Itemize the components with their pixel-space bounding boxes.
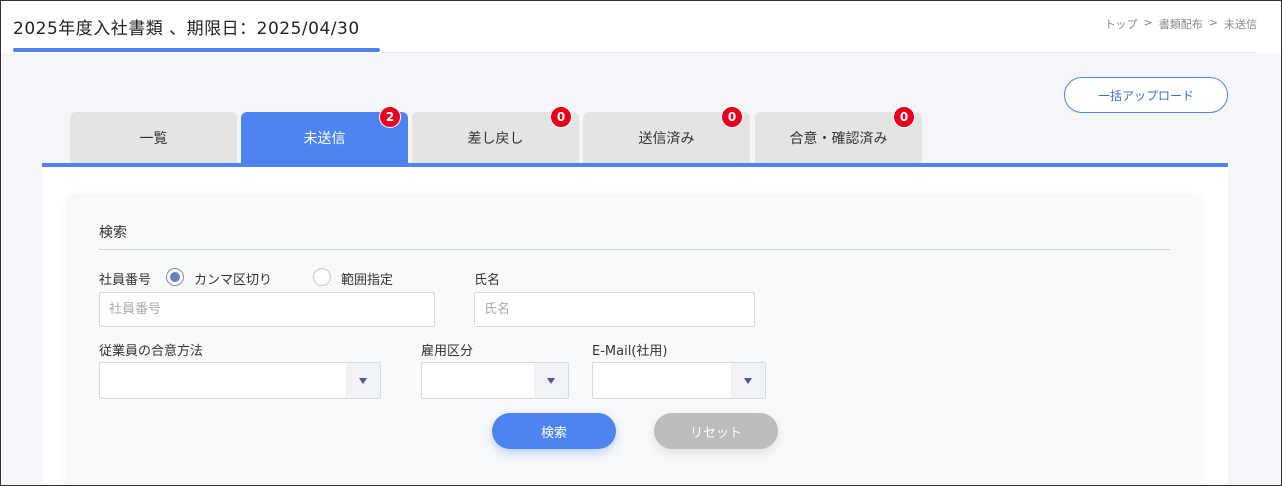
breadcrumb-current: 未送信 xyxy=(1224,18,1257,31)
count-badge: 0 xyxy=(550,106,572,128)
dropdown-toggle[interactable] xyxy=(346,363,380,398)
caret-down-icon xyxy=(359,377,367,384)
caret-down-icon xyxy=(547,377,555,384)
dropdown-toggle[interactable] xyxy=(534,363,568,398)
name-label: 氏名 xyxy=(474,273,501,288)
tab-all[interactable]: 一覧 xyxy=(70,112,237,164)
reset-button[interactable]: リセット xyxy=(654,413,778,449)
search-divider xyxy=(99,249,1170,250)
email-select[interactable] xyxy=(592,362,766,399)
breadcrumb: トップ > 書類配布 > 未送信 xyxy=(1105,16,1257,32)
tab-unsent[interactable]: 未送信 2 xyxy=(241,106,408,164)
tab-agreed-confirmed[interactable]: 合意・確認済み 0 xyxy=(755,106,922,164)
email-label: E-Mail(社用) xyxy=(592,344,668,359)
tab-returned[interactable]: 差し戻し 0 xyxy=(412,106,579,164)
breadcrumb-document-distribution[interactable]: 書類配布 xyxy=(1159,16,1203,32)
count-badge: 2 xyxy=(379,106,401,128)
dropdown-toggle[interactable] xyxy=(731,363,765,398)
employee-number-label: 社員番号 xyxy=(99,273,152,288)
tab-label: 未送信 xyxy=(303,131,346,147)
range-radio[interactable] xyxy=(313,268,331,286)
breadcrumb-separator: > xyxy=(1208,16,1218,29)
bulk-upload-button[interactable]: 一括アップロード xyxy=(1064,77,1228,113)
title-underline xyxy=(13,48,380,52)
employee-number-input[interactable] xyxy=(99,292,435,327)
count-badge: 0 xyxy=(893,106,915,128)
tab-label: 送信済み xyxy=(638,131,695,147)
search-button[interactable]: 検索 xyxy=(492,413,616,449)
header-divider xyxy=(380,52,1256,53)
range-label[interactable]: 範囲指定 xyxy=(341,269,393,288)
search-heading: 検索 xyxy=(99,225,127,241)
page-title: 2025年度入社書類 、期限日：2025/04/30 xyxy=(13,19,360,39)
search-panel: 検索 社員番号 カンマ区切り 範囲指定 氏名 従業員の合意方法 雇用区分 E-M… xyxy=(69,197,1199,485)
breadcrumb-separator: > xyxy=(1143,16,1153,29)
count-badge: 0 xyxy=(721,106,743,128)
employment-type-label: 雇用区分 xyxy=(421,344,474,359)
app-frame: 2025年度入社書類 、期限日：2025/04/30 トップ > 書類配布 > … xyxy=(0,0,1282,486)
employment-type-select[interactable] xyxy=(421,362,569,399)
breadcrumb-top[interactable]: トップ xyxy=(1105,16,1138,32)
page-header: 2025年度入社書類 、期限日：2025/04/30 トップ > 書類配布 > … xyxy=(1,1,1281,53)
tab-label: 合意・確認済み xyxy=(789,131,888,147)
tab-sent[interactable]: 送信済み 0 xyxy=(583,106,750,164)
comma-separated-radio[interactable] xyxy=(166,268,184,286)
comma-separated-label[interactable]: カンマ区切り xyxy=(194,269,272,288)
caret-down-icon xyxy=(744,377,752,384)
name-input[interactable] xyxy=(474,292,755,327)
agreement-method-label: 従業員の合意方法 xyxy=(99,344,204,359)
tab-label: 差し戻し xyxy=(467,131,524,147)
tab-label: 一覧 xyxy=(139,131,168,147)
agreement-method-select[interactable] xyxy=(99,362,381,399)
